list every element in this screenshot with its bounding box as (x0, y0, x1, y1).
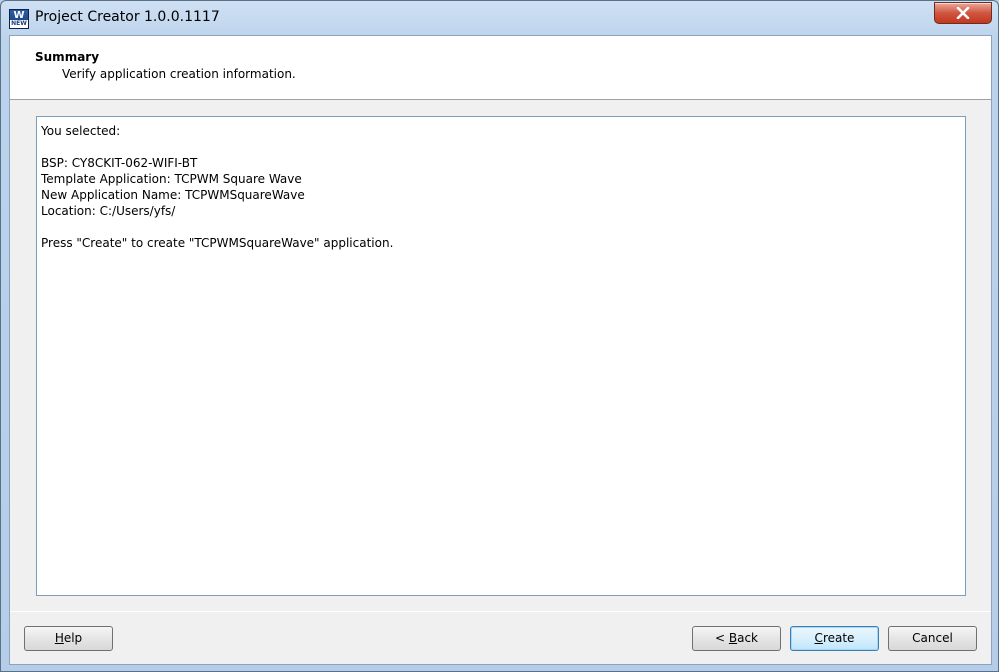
dialog-client-area: Summary Verify application creation info… (9, 35, 992, 665)
window-title: Project Creator 1.0.0.1117 (35, 9, 220, 25)
cancel-button[interactable]: Cancel (888, 626, 977, 651)
wizard-header: Summary Verify application creation info… (10, 36, 991, 100)
summary-line: New Application Name: TCPWMSquareWave (41, 188, 305, 202)
summary-line: You selected: (41, 124, 121, 138)
summary-line: BSP: CY8CKIT-062-WIFI-BT (41, 156, 198, 170)
back-button[interactable]: < Back (692, 626, 781, 651)
close-button[interactable] (934, 2, 992, 24)
help-button[interactable]: Help (24, 626, 113, 651)
page-subtitle: Verify application creation information. (62, 67, 296, 81)
footer-divider (10, 611, 991, 612)
create-button[interactable]: Create (790, 626, 879, 651)
summary-line: Template Application: TCPWM Square Wave (41, 172, 302, 186)
summary-text-area[interactable]: You selected: BSP: CY8CKIT-062-WIFI-BT T… (36, 116, 966, 596)
summary-line (41, 139, 961, 155)
app-icon-badge: NEW (10, 20, 28, 28)
summary-line (41, 219, 961, 235)
back-mnemonic: B (728, 631, 738, 645)
project-creator-window: W NEW Project Creator 1.0.0.1117 Summary… (0, 0, 999, 672)
summary-line: Press "Create" to create "TCPWMSquareWav… (41, 236, 394, 250)
page-title: Summary (35, 50, 100, 64)
back-prefix: < (714, 631, 729, 645)
help-mnemonic: H (54, 631, 64, 645)
create-label: reate (822, 631, 855, 645)
app-new-icon: W NEW (9, 9, 29, 29)
close-icon (956, 7, 970, 19)
help-label: elp (63, 631, 83, 645)
back-label: ack (737, 631, 758, 645)
summary-line: Location: C:/Users/yfs/ (41, 204, 176, 218)
title-bar[interactable]: W NEW Project Creator 1.0.0.1117 (1, 1, 998, 35)
create-mnemonic: C (814, 631, 823, 645)
